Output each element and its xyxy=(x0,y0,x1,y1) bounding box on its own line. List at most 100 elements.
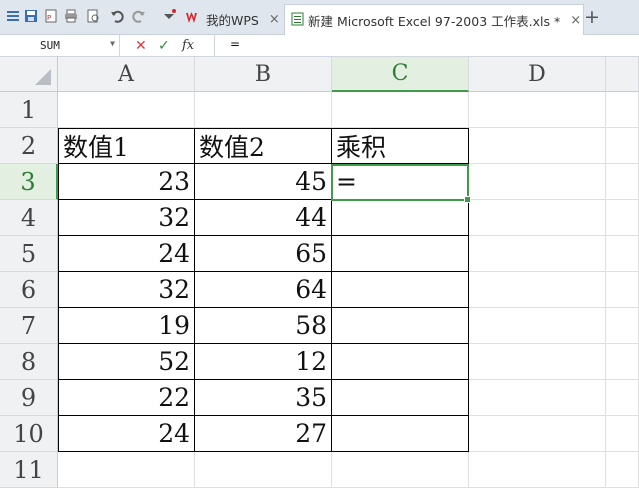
cell-a2[interactable]: 数值1 xyxy=(58,128,195,164)
column-header-e[interactable] xyxy=(606,57,639,92)
cell-b11[interactable] xyxy=(195,452,332,488)
spreadsheet-grid[interactable]: A B C D 1 2 数值1 数值2 乘积 3 23 45 = 4 32 44 5 24 65 6 32 64 7… xyxy=(0,57,639,496)
cell-a3[interactable]: 23 xyxy=(58,164,195,200)
cell-a11[interactable] xyxy=(58,452,195,488)
svg-text:P: P xyxy=(47,14,51,22)
row-header-3[interactable]: 3 xyxy=(0,164,58,200)
column-header-a[interactable]: A xyxy=(58,57,195,92)
cell-c9[interactable] xyxy=(332,380,469,416)
select-all-button[interactable] xyxy=(0,57,58,92)
cell-c2[interactable]: 乘积 xyxy=(332,128,469,164)
title-bar: P 我的WPS × 新建 Microsoft Excel 97-2003 工作表… xyxy=(0,0,639,35)
select-all-icon xyxy=(35,69,51,85)
formula-bar: SUM ▼ ✕ ✓ fx = xyxy=(0,35,639,57)
cell-b5[interactable]: 65 xyxy=(195,236,332,272)
cell-d8[interactable] xyxy=(469,344,606,380)
cell-c8[interactable] xyxy=(332,344,469,380)
cell-b6[interactable]: 64 xyxy=(195,272,332,308)
name-box[interactable]: SUM ▼ xyxy=(0,35,120,56)
column-header-c[interactable]: C xyxy=(332,57,469,92)
cell-c10[interactable] xyxy=(332,416,469,452)
cell-d5[interactable] xyxy=(469,236,606,272)
export-pdf-icon[interactable]: P xyxy=(42,7,60,25)
column-header-d[interactable]: D xyxy=(469,57,606,92)
row-header-4[interactable]: 4 xyxy=(0,200,58,236)
row-header-11[interactable]: 11 xyxy=(0,452,58,488)
cell-e11[interactable] xyxy=(606,452,639,488)
cell-d1[interactable] xyxy=(469,92,606,128)
cell-a4[interactable]: 32 xyxy=(58,200,195,236)
cell-b7[interactable]: 58 xyxy=(195,308,332,344)
cell-b2[interactable]: 数值2 xyxy=(195,128,332,164)
row-header-10[interactable]: 10 xyxy=(0,416,58,452)
cell-e8[interactable] xyxy=(606,344,639,380)
cell-d7[interactable] xyxy=(469,308,606,344)
row-header-7[interactable]: 7 xyxy=(0,308,58,344)
cell-d3[interactable] xyxy=(469,164,606,200)
cell-d11[interactable] xyxy=(469,452,606,488)
cell-c1[interactable] xyxy=(332,92,469,128)
cell-d2[interactable] xyxy=(469,128,606,164)
customize-toolbar-icon[interactable] xyxy=(160,7,178,25)
divider xyxy=(214,35,215,56)
insert-function-icon[interactable]: fx xyxy=(182,36,194,55)
cell-e1[interactable] xyxy=(606,92,639,128)
cell-e3[interactable] xyxy=(606,164,639,200)
print-icon[interactable] xyxy=(62,7,80,25)
cell-d10[interactable] xyxy=(469,416,606,452)
cell-b9[interactable]: 35 xyxy=(195,380,332,416)
cell-e4[interactable] xyxy=(606,200,639,236)
save-icon[interactable] xyxy=(22,7,40,25)
cell-a9[interactable]: 22 xyxy=(58,380,195,416)
cell-b10[interactable]: 27 xyxy=(195,416,332,452)
cell-d9[interactable] xyxy=(469,380,606,416)
cell-e2[interactable] xyxy=(606,128,639,164)
cell-a8[interactable]: 52 xyxy=(58,344,195,380)
row-header-2[interactable]: 2 xyxy=(0,128,58,164)
tab-label: 新建 Microsoft Excel 97-2003 工作表.xls * xyxy=(308,13,561,29)
cell-a10[interactable]: 24 xyxy=(58,416,195,452)
cell-c3[interactable]: = xyxy=(332,164,469,200)
cell-c6[interactable] xyxy=(332,272,469,308)
formula-input[interactable]: = xyxy=(230,37,240,51)
cell-c4[interactable] xyxy=(332,200,469,236)
tab-workbook[interactable]: 新建 Microsoft Excel 97-2003 工作表.xls * × xyxy=(284,4,584,35)
new-tab-button[interactable]: + xyxy=(584,6,600,28)
name-box-value: SUM xyxy=(40,39,60,52)
cell-e7[interactable] xyxy=(606,308,639,344)
cell-c11[interactable] xyxy=(332,452,469,488)
cell-e6[interactable] xyxy=(606,272,639,308)
close-tab-icon[interactable]: × xyxy=(269,12,280,27)
confirm-icon[interactable]: ✓ xyxy=(158,36,170,55)
cell-c7[interactable] xyxy=(332,308,469,344)
row-header-6[interactable]: 6 xyxy=(0,272,58,308)
spreadsheet-file-icon xyxy=(291,12,304,29)
undo-icon[interactable] xyxy=(108,7,126,25)
redo-icon[interactable] xyxy=(130,7,148,25)
cell-b4[interactable]: 44 xyxy=(195,200,332,236)
column-header-b[interactable]: B xyxy=(195,57,332,92)
row-header-9[interactable]: 9 xyxy=(0,380,58,416)
row-header-1[interactable]: 1 xyxy=(0,92,58,128)
cell-d6[interactable] xyxy=(469,272,606,308)
cell-a7[interactable]: 19 xyxy=(58,308,195,344)
cell-d4[interactable] xyxy=(469,200,606,236)
cell-b1[interactable] xyxy=(195,92,332,128)
cell-e5[interactable] xyxy=(606,236,639,272)
tab-my-wps[interactable]: 我的WPS × xyxy=(186,4,280,34)
row-header-8[interactable]: 8 xyxy=(0,344,58,380)
chevron-down-icon[interactable]: ▼ xyxy=(110,39,115,48)
cell-b8[interactable]: 12 xyxy=(195,344,332,380)
cell-a6[interactable]: 32 xyxy=(58,272,195,308)
cell-e10[interactable] xyxy=(606,416,639,452)
cell-b3[interactable]: 45 xyxy=(195,164,332,200)
app-menu-icon[interactable] xyxy=(4,7,22,25)
cell-a5[interactable]: 24 xyxy=(58,236,195,272)
cell-c5[interactable] xyxy=(332,236,469,272)
close-tab-icon[interactable]: × xyxy=(570,13,581,28)
cancel-icon[interactable]: ✕ xyxy=(135,36,147,55)
print-preview-icon[interactable] xyxy=(84,7,102,25)
cell-e9[interactable] xyxy=(606,380,639,416)
cell-a1[interactable] xyxy=(58,92,195,128)
row-header-5[interactable]: 5 xyxy=(0,236,58,272)
